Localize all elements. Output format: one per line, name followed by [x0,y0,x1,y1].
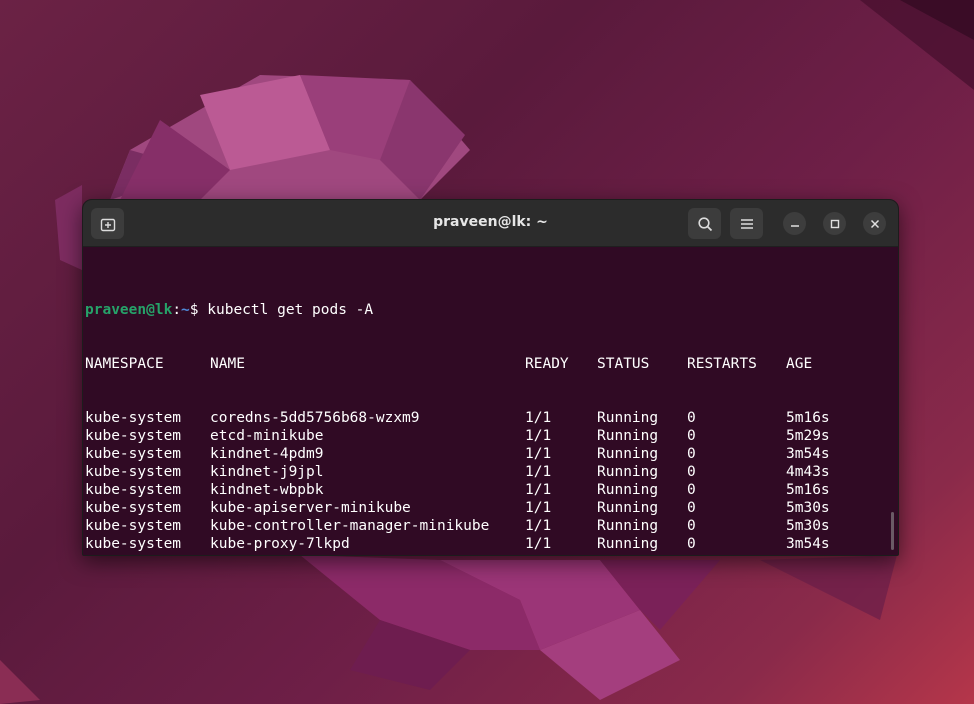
cell-ready: 1/1 [525,518,552,534]
cell-namespace: kube-system [85,518,182,534]
header-ready: READY [525,356,569,372]
menu-button[interactable] [730,208,763,239]
cell-name: kube-proxy-7lkpd [210,536,350,552]
cell-ready: 1/1 [525,500,552,516]
cell-age: 5m30s [786,500,830,516]
command-line: praveen@lk:~$ kubectl get pods -A [85,301,885,319]
table-row: kube-system kube-apiserver-minikube 1/1 Run… [85,499,885,517]
maximize-button[interactable] [823,212,846,235]
cell-namespace: kube-system [85,464,182,480]
cell-namespace: kube-system [85,553,210,555]
header-restarts: RESTARTS [687,356,757,372]
minimize-icon [790,224,799,227]
cell-ready: 1/1 [525,536,552,552]
cell-namespace: kube-system [85,500,182,516]
header-name: NAME [210,356,245,372]
cell-age: 5m29s [786,428,830,444]
search-icon [697,216,712,231]
close-icon [870,219,879,228]
cell-age: 3m54s [786,536,830,552]
cell-restarts: 0 [687,446,696,462]
table-row: kube-system etcd-minikube 1/1 Running 0 5m29s [85,427,885,445]
cell-name: kube-apiserver-minikube [210,500,411,516]
cell-ready: 1/1 [525,428,552,444]
cell-status: Running [597,410,659,426]
cell-status: Running [597,464,659,480]
header-status: STATUS [597,356,650,372]
close-button[interactable] [863,212,886,235]
table-row: kube-systemkube-proxy-dq7s71/1Running05m… [85,553,885,555]
header-age: AGE [786,356,813,372]
minimize-button[interactable] [783,212,806,235]
cell-restarts: 0 [687,553,786,555]
cell-namespace: kube-system [85,446,182,462]
cell-namespace: kube-system [85,536,182,552]
cell-namespace: kube-system [85,482,182,498]
cell-ready: 1/1 [525,446,552,462]
cell-status: Running [597,482,659,498]
cell-name: etcd-minikube [210,428,324,444]
cell-age: 5m16s [786,482,830,498]
search-button[interactable] [688,208,721,239]
cell-name: kube-controller-manager-minikube [210,518,490,534]
cell-status: Running [597,536,659,552]
cell-ready: 1/1 [525,553,597,555]
table-row: kube-system kindnet-wbpbk 1/1 Running 0 5m16s [85,481,885,499]
table-header: NAMESPACE NAME READY STATUS RESTARTS AGE [85,355,885,373]
cell-restarts: 0 [687,518,696,534]
header-namespace: NAMESPACE [85,356,164,372]
cell-name: coredns-5dd5756b68-wzxm9 [210,410,420,426]
cell-ready: 1/1 [525,410,552,426]
prompt-symbol: $ [189,302,208,318]
hamburger-menu-icon [740,218,753,229]
cell-ready: 1/1 [525,482,552,498]
cell-restarts: 0 [687,500,696,516]
table-row: kube-system kindnet-4pdm9 1/1 Running 0 3m54s [85,445,885,463]
table-row: kube-system kindnet-j9jpl 1/1 Running 0 4m43s [85,463,885,481]
cell-age: 5m30s [786,518,830,534]
prompt-path: ~ [181,302,190,318]
cell-age: 3m54s [786,446,830,462]
cell-name: kube-proxy-dq7s7 [210,553,525,555]
cell-age: 4m43s [786,464,830,480]
cell-restarts: 0 [687,428,696,444]
command-text: kubectl get pods -A [207,302,374,318]
cell-restarts: 0 [687,482,696,498]
scrollbar[interactable] [891,512,894,550]
cell-status: Running [597,446,659,462]
cell-namespace: kube-system [85,428,182,444]
table-row: kube-system kube-proxy-7lkpd 1/1 Running 0 3m… [85,535,885,553]
cell-name: kindnet-wbpbk [210,482,324,498]
cell-namespace: kube-system [85,410,182,426]
cell-age: 5m16s [786,553,830,555]
cell-name: kindnet-4pdm9 [210,446,324,462]
window-title: praveen@lk: ~ [433,214,548,230]
cell-restarts: 0 [687,536,696,552]
cell-status: Running [597,500,659,516]
title-bar[interactable]: praveen@lk: ~ [83,200,898,247]
terminal-window[interactable]: praveen@lk: ~ praveen@lk:~$ kubectl get … [82,199,899,556]
cell-name: kindnet-j9jpl [210,464,324,480]
cell-status: Running [597,428,659,444]
cell-age: 5m16s [786,410,830,426]
cell-restarts: 0 [687,464,696,480]
prompt-separator: : [172,302,182,318]
table-row: kube-system coredns-5dd5756b68-wzxm9 1/1 Ru… [85,409,885,427]
maximize-icon [830,219,839,228]
terminal-output[interactable]: praveen@lk:~$ kubectl get pods -A NAMESP… [85,265,885,555]
cell-status: Running [597,553,687,555]
prompt-user: praveen@lk [85,302,173,318]
table-row: kube-system kube-controller-manager-minik… [85,517,885,535]
cell-ready: 1/1 [525,464,552,480]
cell-restarts: 0 [687,410,696,426]
cell-status: Running [597,518,659,534]
pod-rows: kube-system coredns-5dd5756b68-wzxm9 1/1 Ru… [85,409,885,555]
